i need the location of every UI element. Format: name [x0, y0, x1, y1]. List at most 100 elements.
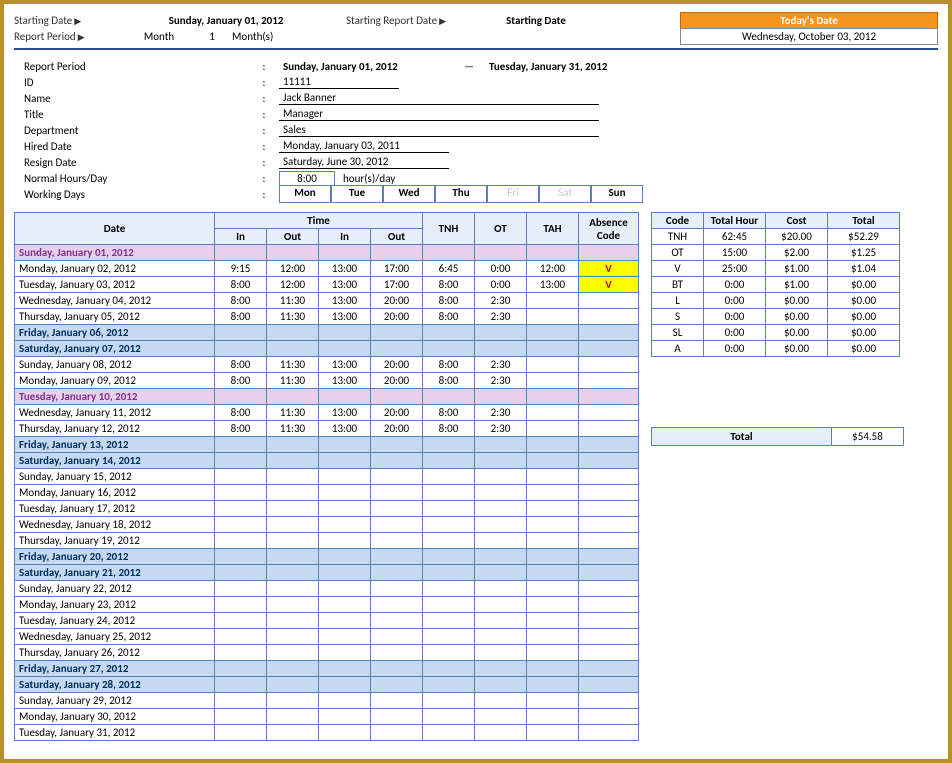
- cell: 8:00: [215, 421, 267, 437]
- cell: [527, 341, 579, 357]
- cell: [215, 693, 267, 709]
- cell: [215, 581, 267, 597]
- cell: 11:30: [267, 357, 319, 373]
- summary-cell-total: $1.25: [828, 245, 900, 261]
- cell: [319, 549, 371, 565]
- cell: [423, 245, 475, 261]
- summary-cell-total: $0.00: [828, 293, 900, 309]
- cell: [371, 533, 423, 549]
- cell: [579, 597, 639, 613]
- cell: [475, 501, 527, 517]
- cell: 9:15: [215, 261, 267, 277]
- cell: [579, 709, 639, 725]
- cell: Friday, January 06, 2012: [15, 325, 215, 341]
- cell: [579, 661, 639, 677]
- cell: [215, 645, 267, 661]
- starting-date-value: Sunday, January 01, 2012: [126, 14, 326, 27]
- cell: 2:30: [475, 357, 527, 373]
- cell: [371, 661, 423, 677]
- cell: [371, 629, 423, 645]
- cell: 8:00: [423, 405, 475, 421]
- table-row: Monday, January 16, 2012: [15, 485, 639, 501]
- nh-label: Normal Hours/Day: [24, 172, 249, 185]
- th-date: Date: [15, 213, 215, 245]
- cell: [215, 629, 267, 645]
- cell: [215, 325, 267, 341]
- summary-cell-total: $0.00: [828, 341, 900, 357]
- cell: [579, 613, 639, 629]
- day-cell-sat: Sat: [539, 185, 591, 203]
- cell: [215, 453, 267, 469]
- hired-value: Monday, January 03, 2011: [279, 139, 449, 153]
- cell: 20:00: [371, 357, 423, 373]
- cell: 17:00: [371, 261, 423, 277]
- cell: [579, 405, 639, 421]
- day-cell-tue: Tue: [331, 185, 383, 203]
- cell: [579, 293, 639, 309]
- cell: [267, 581, 319, 597]
- th-tah: TAH: [527, 213, 579, 245]
- label-text: Report Period: [14, 30, 76, 43]
- cell: Sunday, January 22, 2012: [15, 581, 215, 597]
- cell: 8:00: [215, 405, 267, 421]
- today-date-header: Today's Date: [680, 12, 938, 29]
- cell: [527, 517, 579, 533]
- table-row: Wednesday, January 04, 20128:0011:3013:0…: [15, 293, 639, 309]
- title-label: Title: [24, 108, 249, 121]
- arrow-right-icon: ▶: [78, 32, 85, 43]
- cell: [579, 501, 639, 517]
- cell: [475, 693, 527, 709]
- cell: Wednesday, January 18, 2012: [15, 517, 215, 533]
- day-cell-sun: Sun: [591, 185, 643, 203]
- cell: [215, 341, 267, 357]
- period-suffix: Month(s): [232, 30, 312, 43]
- cell: [475, 245, 527, 261]
- summary-cell-cost: $0.00: [766, 341, 828, 357]
- cell: [475, 581, 527, 597]
- cell: [215, 725, 267, 741]
- cell: 20:00: [371, 293, 423, 309]
- cell: [267, 501, 319, 517]
- cell: [579, 549, 639, 565]
- cell: [215, 469, 267, 485]
- cell: Tuesday, January 31, 2012: [15, 725, 215, 741]
- cell: Sunday, January 08, 2012: [15, 357, 215, 373]
- cell: [215, 485, 267, 501]
- cell: [371, 501, 423, 517]
- cell: [371, 677, 423, 693]
- cell: [371, 517, 423, 533]
- cell: [527, 469, 579, 485]
- cell: Tuesday, January 24, 2012: [15, 613, 215, 629]
- cell: Wednesday, January 11, 2012: [15, 405, 215, 421]
- info-block: Report Period : Sunday, January 01, 2012…: [24, 58, 928, 202]
- cell: [371, 581, 423, 597]
- cell: 2:30: [475, 405, 527, 421]
- nh-value: 8:00: [279, 171, 335, 186]
- cell: [267, 565, 319, 581]
- table-row: Tuesday, January 17, 2012: [15, 501, 639, 517]
- cell: [527, 389, 579, 405]
- cell: [267, 661, 319, 677]
- cell: [319, 677, 371, 693]
- cell: [527, 245, 579, 261]
- cell: 13:00: [527, 277, 579, 293]
- cell: [319, 341, 371, 357]
- cell: [579, 629, 639, 645]
- grand-label: Total: [652, 428, 832, 446]
- cell: [475, 325, 527, 341]
- cell: [319, 661, 371, 677]
- cell: [527, 645, 579, 661]
- cell: 2:30: [475, 421, 527, 437]
- cell: [423, 469, 475, 485]
- starting-date-label: Starting Date▶: [14, 14, 126, 27]
- cell: [267, 533, 319, 549]
- cell: [319, 245, 371, 261]
- dept-value: Sales: [279, 123, 599, 137]
- cell: 13:00: [319, 293, 371, 309]
- cell: [215, 245, 267, 261]
- period-count: 1: [192, 30, 232, 43]
- summary-row: A0:00$0.00$0.00: [652, 341, 900, 357]
- label-text: Starting Date: [14, 14, 72, 27]
- cell: 13:00: [319, 421, 371, 437]
- cell: Monday, January 02, 2012: [15, 261, 215, 277]
